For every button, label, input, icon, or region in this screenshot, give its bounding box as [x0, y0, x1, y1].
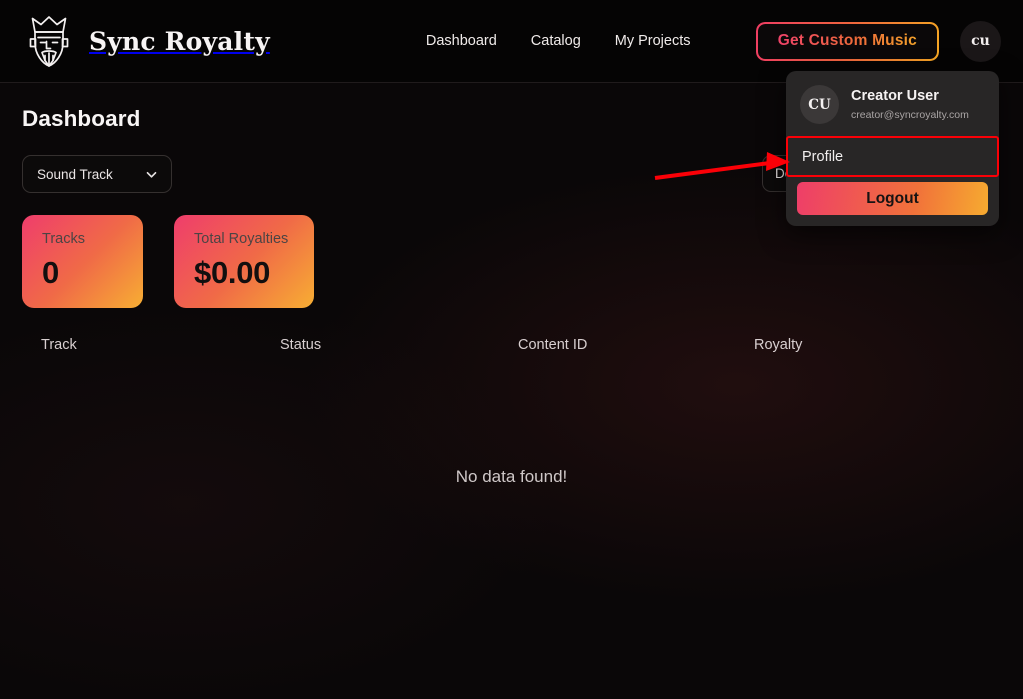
- stat-card-tracks: Tracks 0: [22, 215, 143, 308]
- user-info-block: CU Creator User creator@syncroyalty.com: [786, 71, 999, 137]
- stat-card-total-royalties-label: Total Royalties: [194, 231, 289, 247]
- profile-menu-row: Profile: [786, 136, 999, 177]
- column-header-content-id: Content ID: [518, 336, 588, 353]
- get-custom-music-label: Get Custom Music: [777, 32, 917, 49]
- sound-track-select-value: Sound Track: [37, 166, 113, 182]
- column-header-royalty: Royalty: [754, 336, 803, 353]
- royalties-table: Track Status Content ID Royalty No data …: [22, 337, 1001, 601]
- user-name: Creator User: [851, 88, 939, 105]
- main-nav: Dashboard Catalog My Projects: [426, 33, 691, 49]
- sound-track-select[interactable]: Sound Track: [22, 155, 172, 193]
- column-header-track: Track: [41, 336, 77, 353]
- menu-item-profile[interactable]: Profile: [786, 138, 999, 176]
- brand-name: Sync Royalty: [89, 26, 270, 56]
- stats-row: Tracks 0 Total Royalties $0.00: [22, 215, 1001, 308]
- chevron-down-icon: [146, 171, 157, 178]
- user-dropdown-menu: CU Creator User creator@syncroyalty.com …: [786, 71, 999, 226]
- brand-logo-link[interactable]: Sync Royalty: [22, 13, 270, 69]
- stat-card-tracks-value: 0: [42, 254, 59, 290]
- logout-button[interactable]: Logout: [797, 182, 988, 215]
- stat-card-total-royalties-value: $0.00: [194, 254, 271, 290]
- header-avatar-initials: cu: [971, 33, 990, 49]
- table-header-row: Track Status Content ID Royalty: [22, 337, 1001, 353]
- stat-card-total-royalties: Total Royalties $0.00: [174, 215, 314, 308]
- nav-catalog[interactable]: Catalog: [531, 33, 581, 49]
- user-email: creator@syncroyalty.com: [851, 108, 969, 121]
- column-header-status: Status: [280, 336, 322, 353]
- king-crown-logo-icon: [29, 16, 69, 67]
- nav-dashboard[interactable]: Dashboard: [426, 33, 497, 49]
- avatar: CU: [800, 85, 839, 124]
- get-custom-music-button[interactable]: Get Custom Music: [755, 21, 939, 61]
- avatar-initials: CU: [808, 96, 831, 113]
- stat-card-tracks-label: Tracks: [42, 231, 85, 247]
- header-actions: Get Custom Music cu: [755, 20, 1001, 62]
- nav-my-projects[interactable]: My Projects: [615, 33, 691, 49]
- table-empty-state: No data found!: [455, 466, 568, 486]
- header-avatar-button[interactable]: cu: [960, 20, 1001, 62]
